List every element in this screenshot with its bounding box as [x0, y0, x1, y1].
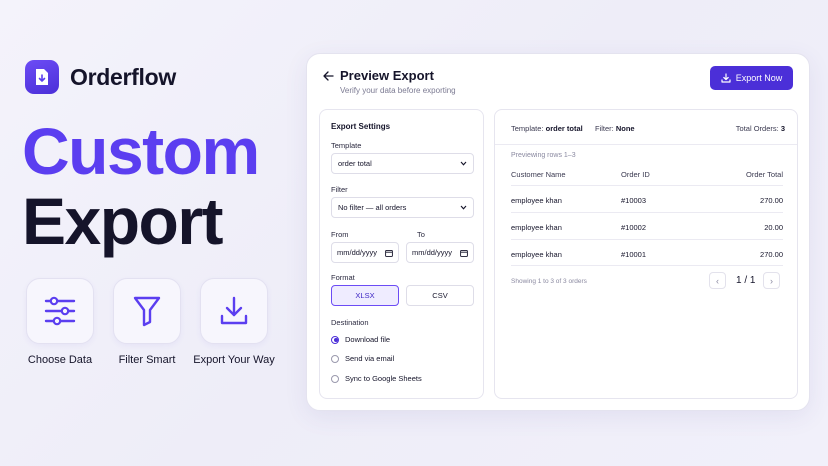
page-indicator: 1 / 1	[736, 275, 756, 286]
to-date-input[interactable]: mm/dd/yyyy	[406, 242, 474, 263]
destination-send-email[interactable]: Send via email	[331, 354, 394, 363]
template-value: order total	[338, 159, 372, 168]
preview-filter: Filter: None	[595, 124, 635, 133]
template-meta-label: Template:	[511, 124, 544, 133]
cell-order-id: #10001	[621, 250, 647, 259]
feature-label: Filter Smart	[118, 354, 176, 366]
funnel-icon	[113, 278, 181, 344]
preview-template: Template: order total	[511, 124, 583, 133]
export-settings-panel: Export Settings Template order total Fil…	[319, 109, 484, 399]
template-select[interactable]: order total	[331, 153, 474, 174]
column-header-order-total: Order Total	[746, 170, 783, 179]
from-date-value: mm/dd/yyyy	[337, 248, 378, 257]
destination-download-file[interactable]: Download file	[331, 335, 390, 344]
destination-label-text: Sync to Google Sheets	[345, 374, 422, 383]
feature-filter-smart: Filter Smart	[113, 278, 181, 366]
chevron-down-icon	[460, 161, 467, 166]
prev-page-button[interactable]: ‹	[709, 272, 726, 289]
back-arrow-icon[interactable]	[322, 70, 334, 82]
cell-customer: employee khan	[511, 223, 562, 232]
radio-button[interactable]	[331, 354, 339, 363]
previewing-rows-note: Previewing rows 1–3	[511, 152, 576, 159]
preview-total-orders: Total Orders: 3	[736, 124, 785, 133]
download-icon	[721, 73, 731, 83]
filter-label: Filter	[331, 185, 348, 194]
total-orders-label: Total Orders:	[735, 124, 779, 133]
showing-orders-note: Showing 1 to 3 of 3 orders	[511, 278, 587, 285]
feature-list: Choose Data Filter Smart Export Your Way	[26, 278, 287, 366]
cell-customer: employee khan	[511, 250, 562, 259]
destination-label-text: Download file	[345, 335, 391, 344]
cell-order-total: 20.00	[764, 223, 783, 232]
page-title: Preview Export	[340, 68, 434, 83]
preview-export-card: Preview Export Verify your data before e…	[306, 53, 810, 411]
page-subtitle: Verify your data before exporting	[340, 86, 456, 95]
feature-label: Choose Data	[27, 354, 93, 366]
brand: Orderflow	[25, 60, 176, 94]
filter-value: No filter — all orders	[338, 203, 407, 212]
total-orders-value: 3	[780, 124, 785, 133]
format-csv-button[interactable]: CSV	[406, 285, 474, 306]
data-preview-panel: Template: order total Filter: None Total…	[494, 109, 798, 399]
filter-meta-label: Filter:	[595, 124, 614, 133]
hero-title-line1: Custom	[22, 114, 260, 188]
to-date-value: mm/dd/yyyy	[412, 248, 453, 257]
export-now-button[interactable]: Export Now	[710, 66, 793, 90]
settings-heading: Export Settings	[331, 122, 391, 131]
feature-label: Export Your Way	[193, 354, 275, 366]
table-row: employee khan #10003 270.00	[511, 185, 783, 212]
template-label: Template	[331, 141, 362, 150]
destination-google-sheets[interactable]: Sync to Google Sheets	[331, 374, 422, 383]
chevron-right-icon: ›	[770, 275, 773, 286]
calendar-icon	[385, 249, 393, 257]
file-export-icon	[25, 60, 59, 94]
brand-name: Orderflow	[70, 63, 176, 90]
chevron-left-icon: ‹	[716, 275, 719, 286]
radio-button[interactable]	[331, 335, 339, 344]
destination-label: Destination	[331, 318, 369, 327]
destination-label-text: Send via email	[345, 354, 395, 363]
chevron-down-icon	[460, 205, 467, 210]
format-label: Format	[331, 273, 355, 282]
radio-button[interactable]	[331, 374, 339, 383]
next-page-button[interactable]: ›	[763, 272, 780, 289]
from-date-input[interactable]: mm/dd/yyyy	[331, 242, 399, 263]
feature-export-your-way: Export Your Way	[193, 278, 275, 366]
calendar-icon	[460, 249, 468, 257]
cell-order-id: #10002	[621, 223, 647, 232]
download-icon	[200, 278, 268, 344]
filter-meta-value: None	[615, 124, 635, 133]
column-header-order-id: Order ID	[621, 170, 650, 179]
table-row: employee khan #10002 20.00	[511, 212, 783, 239]
export-now-label: Export Now	[735, 73, 783, 83]
cell-customer: employee khan	[511, 196, 562, 205]
format-xlsx-button[interactable]: XLSX	[331, 285, 399, 306]
table-row: employee khan #10001 270.00	[511, 239, 783, 266]
divider	[495, 144, 797, 145]
cell-order-total: 270.00	[760, 196, 783, 205]
column-header-customer: Customer Name	[511, 170, 566, 179]
filter-select[interactable]: No filter — all orders	[331, 197, 474, 218]
cell-order-id: #10003	[621, 196, 647, 205]
to-label: To	[417, 230, 425, 239]
feature-choose-data: Choose Data	[26, 278, 94, 366]
cell-order-total: 270.00	[760, 250, 783, 259]
from-label: From	[331, 230, 349, 239]
hero-title-line2: Export	[22, 184, 224, 258]
template-meta-value: order total	[545, 124, 583, 133]
sliders-icon	[26, 278, 94, 344]
